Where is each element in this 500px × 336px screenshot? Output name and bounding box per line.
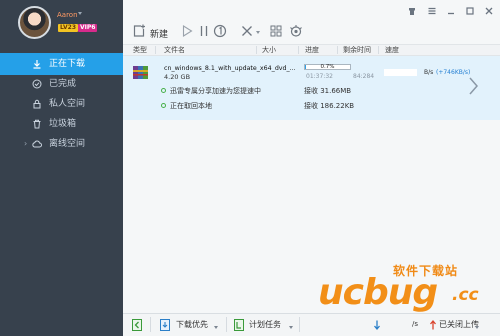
column-header-type[interactable]: 类型 — [133, 46, 147, 55]
status-dot-icon — [161, 103, 166, 108]
divider — [226, 317, 227, 332]
settings-icon[interactable] — [289, 24, 303, 38]
close-icon[interactable] — [484, 6, 494, 16]
divider — [150, 317, 151, 332]
column-divider[interactable] — [378, 46, 379, 54]
down-arrow-icon — [374, 320, 380, 331]
minimize-icon[interactable] — [446, 6, 456, 16]
elapsed-time: 01:37:32 — [306, 73, 333, 80]
speed-field — [384, 69, 417, 76]
task-row[interactable]: cn_windows_8.1_with_update_x64_dvd_... 4… — [123, 56, 500, 120]
upload-speed-unit: /s — [412, 320, 419, 328]
column-header-filename[interactable]: 文件名 — [164, 46, 185, 55]
chevron-right-icon[interactable]: › — [24, 139, 27, 149]
sidebar-item-label: 私人空间 — [49, 99, 86, 109]
acceleration-status: 迅雷专属分享加速为您提速中 — [170, 87, 261, 95]
skin-icon[interactable] — [407, 6, 417, 16]
user-menu-arrow-icon[interactable] — [78, 12, 82, 15]
sidebar-item-completed[interactable]: 已完成 — [0, 73, 123, 95]
level-badge: LV23 — [58, 24, 78, 32]
column-divider[interactable] — [256, 46, 257, 54]
archive-file-icon — [133, 66, 148, 79]
avatar[interactable] — [18, 6, 51, 39]
maximize-icon[interactable] — [465, 6, 475, 16]
pause-icon[interactable] — [197, 24, 211, 38]
sidebar-item-offline-space[interactable]: › 离线空间 — [0, 133, 123, 155]
plan-task-icon[interactable] — [234, 319, 244, 331]
sidebar-item-trash[interactable]: 垃圾箱 — [0, 113, 123, 135]
menu-icon[interactable] — [427, 6, 437, 16]
thunder-download-window: Aaron LV23 VIP6 正在下载 已完成 私人空间 垃圾箱 › 离线空间… — [0, 0, 500, 336]
delete-icon[interactable] — [240, 24, 254, 38]
column-header-progress[interactable]: 进度 — [305, 46, 319, 55]
column-header-speed[interactable]: 速度 — [385, 46, 399, 55]
retrieve-status: 正在取回本地 — [170, 102, 212, 110]
trash-icon — [33, 119, 41, 129]
play-icon[interactable] — [180, 24, 194, 38]
upload-status[interactable]: 已关闭上传 — [439, 319, 479, 330]
download-speed: B/s — [424, 69, 434, 76]
plan-task-button[interactable]: 计划任务 — [249, 319, 281, 330]
priority-icon[interactable] — [213, 24, 227, 38]
watermark-suffix: .cc — [452, 285, 479, 305]
toolbar: 新建 — [123, 0, 500, 44]
plan-task-dropdown-icon[interactable] — [289, 326, 293, 329]
file-name: cn_windows_8.1_with_update_x64_dvd_... — [164, 65, 296, 72]
download-priority-dropdown-icon[interactable] — [214, 326, 218, 329]
username[interactable]: Aaron — [57, 11, 78, 19]
cloud-icon — [32, 140, 42, 148]
sidebar: Aaron LV23 VIP6 正在下载 已完成 私人空间 垃圾箱 › 离线空间 — [0, 0, 123, 336]
upload-icon[interactable] — [429, 319, 437, 331]
remaining-time: 84:284 — [353, 73, 375, 80]
column-header-size[interactable]: 大小 — [262, 46, 276, 55]
upload-dropdown-icon[interactable] — [475, 326, 479, 329]
expand-details-icon[interactable] — [467, 76, 479, 96]
back-arrow-icon[interactable] — [132, 319, 142, 331]
download-priority-icon[interactable] — [160, 319, 170, 331]
new-task-button[interactable]: 新建 — [150, 27, 168, 40]
status-dot-icon — [161, 88, 166, 93]
sidebar-item-label: 离线空间 — [49, 139, 86, 149]
progress-text: 0.7% — [320, 64, 335, 70]
column-divider[interactable] — [155, 46, 156, 54]
divider — [299, 317, 300, 332]
delete-dropdown-arrow-icon[interactable] — [256, 31, 260, 34]
sidebar-item-label: 正在下载 — [49, 59, 86, 69]
task-list-header: 类型 文件名 大小 进度 剩余时间 速度 — [123, 44, 500, 56]
sidebar-item-downloading[interactable]: 正在下载 — [0, 53, 123, 75]
download-priority-button[interactable]: 下载优先 — [176, 319, 208, 330]
column-divider[interactable] — [337, 46, 338, 54]
status-bar: 下载优先 计划任务 /s 已关闭上传 — [123, 313, 500, 336]
download-icon — [33, 60, 41, 69]
acceleration-received: 接收 31.66MB — [304, 87, 352, 95]
accelerated-speed: (+746KB/s) — [436, 69, 471, 76]
column-divider[interactable] — [298, 46, 299, 54]
grid-view-icon[interactable] — [269, 24, 283, 38]
new-task-icon[interactable] — [132, 24, 146, 38]
sidebar-item-private-space[interactable]: 私人空间 — [0, 93, 123, 115]
watermark-logo: ucbug — [318, 272, 438, 313]
sidebar-item-label: 垃圾箱 — [49, 119, 77, 129]
check-circle-icon — [32, 79, 42, 89]
lock-icon — [33, 99, 41, 109]
retrieve-received: 接收 186.22KB — [304, 102, 355, 110]
vip-badge: VIP6 — [78, 24, 98, 32]
column-header-remaining-time[interactable]: 剩余时间 — [343, 46, 371, 55]
file-size: 4.20 GB — [164, 73, 191, 81]
sidebar-item-label: 已完成 — [49, 79, 77, 89]
